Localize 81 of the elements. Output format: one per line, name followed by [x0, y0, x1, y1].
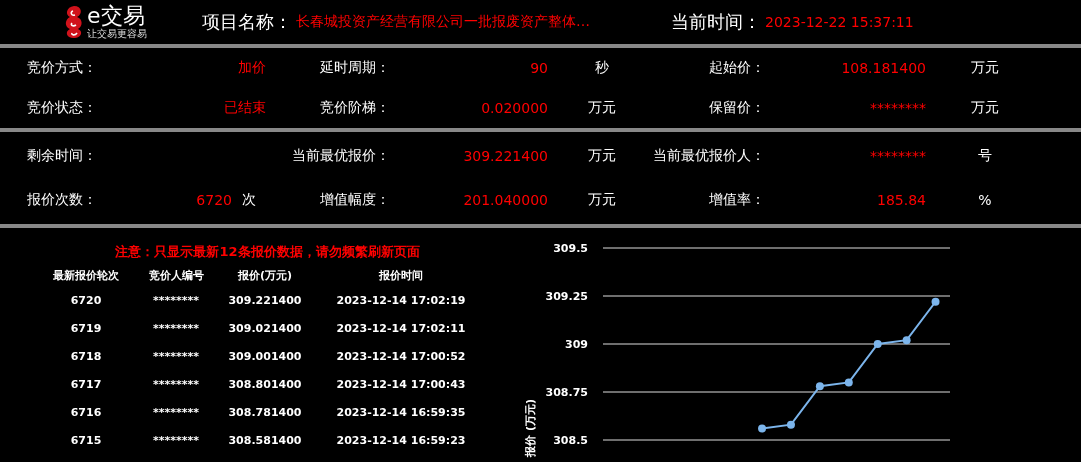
- table-cell: 309.001400: [228, 349, 302, 363]
- unit-label: %: [978, 192, 992, 208]
- table-cell: ********: [153, 405, 199, 419]
- table-cell: ********: [153, 293, 199, 307]
- field-value: 201.040000: [463, 192, 548, 208]
- field-value: 108.181400: [841, 60, 926, 76]
- field-value: ********: [870, 148, 926, 164]
- field-value: 90: [530, 60, 548, 76]
- current-time: 2023-12-22 15:37:11: [765, 14, 915, 30]
- time-label: 当前时间：: [671, 10, 761, 34]
- project-name: 长春城投资产经营有限公司一批报废资产整体…: [296, 13, 591, 31]
- project-label: 项目名称：: [202, 10, 292, 34]
- field-label: 起始价：: [709, 59, 765, 77]
- table-cell: 308.781400: [228, 405, 302, 419]
- unit-label: 次: [242, 191, 256, 209]
- axis-tick-label: 309.5: [553, 242, 588, 255]
- table-cell: ********: [153, 349, 199, 363]
- table-cell: 2023-12-14 17:02:11: [336, 321, 466, 335]
- table-cell: 6719: [70, 321, 102, 335]
- axis-tick-label: 308.5: [553, 434, 588, 447]
- field-label: 延时周期：: [320, 59, 390, 77]
- column-header: 报价时间: [379, 267, 423, 283]
- table-cell: 2023-12-14 16:59:35: [336, 405, 466, 419]
- table-cell: ********: [153, 377, 199, 391]
- unit-label: 万元: [588, 99, 616, 117]
- table-cell: ********: [153, 321, 199, 335]
- data-point: [873, 340, 882, 348]
- unit-label: 万元: [588, 147, 616, 165]
- field-label: 剩余时间：: [27, 147, 97, 165]
- field-label: 竞价阶梯：: [320, 99, 390, 117]
- table-cell: ********: [153, 433, 199, 447]
- field-label: 增值率：: [709, 191, 765, 209]
- column-header: 报价(万元): [237, 267, 293, 283]
- field-value: 0.020000: [481, 100, 548, 116]
- field-value: 已结束: [224, 99, 266, 117]
- field-label: 增值幅度：: [320, 191, 390, 209]
- axis-tick-label: 308.75: [545, 386, 588, 399]
- logo-name: e交易: [87, 5, 146, 27]
- axis-tick-label: 309.25: [545, 290, 588, 303]
- column-header: 竞价人编号: [148, 267, 204, 283]
- field-label: 竞价方式：: [27, 59, 97, 77]
- table-cell: 309.221400: [228, 293, 302, 307]
- data-point: [815, 382, 824, 391]
- field-value: 加价: [238, 59, 266, 77]
- unit-label: 万元: [588, 191, 616, 209]
- table-cell: 2023-12-14 17:00:43: [336, 377, 466, 391]
- field-value: 185.84: [877, 192, 926, 208]
- table-cell: 2023-12-14 17:00:52: [336, 349, 466, 363]
- table-cell: 6716: [70, 405, 102, 419]
- axis-title: 报价 (万元): [524, 399, 537, 457]
- table-cell: 6718: [70, 349, 102, 363]
- table-cell: 6717: [70, 377, 102, 391]
- logo-slogan: 让交易更容易: [87, 29, 147, 39]
- field-value: 6720: [196, 192, 232, 208]
- field-label: 当前最优报价人：: [653, 147, 765, 165]
- axis-tick-label: 309: [565, 338, 588, 351]
- field-label: 报价次数：: [27, 191, 97, 209]
- table-cell: 2023-12-14 16:59:23: [336, 433, 466, 447]
- field-label: 竞价状态：: [27, 99, 97, 117]
- unit-label: 秒: [595, 59, 609, 77]
- table-cell: 6720: [70, 293, 102, 307]
- notice-text: 注意：只显示最新12条报价数据，请勿频繁刷新页面: [114, 243, 421, 261]
- table-cell: 308.801400: [228, 377, 302, 391]
- data-point: [844, 378, 853, 387]
- data-point: [786, 420, 795, 429]
- table-cell: 308.581400: [228, 433, 302, 447]
- table-cell: 309.021400: [228, 321, 302, 335]
- field-label: 当前最优报价：: [292, 147, 390, 165]
- data-point: [931, 297, 940, 306]
- column-header: 最新报价轮次: [53, 267, 119, 283]
- field-value: 309.221400: [463, 148, 548, 164]
- unit-label: 万元: [971, 99, 999, 117]
- table-cell: 6715: [70, 433, 102, 447]
- field-value: ********: [870, 100, 926, 116]
- unit-label: 号: [978, 147, 992, 165]
- field-label: 保留价：: [709, 99, 765, 117]
- unit-label: 万元: [971, 59, 999, 77]
- data-point: [758, 424, 767, 433]
- table-cell: 2023-12-14 17:02:19: [336, 293, 466, 307]
- logo-icon: [64, 5, 84, 39]
- data-point: [902, 336, 911, 345]
